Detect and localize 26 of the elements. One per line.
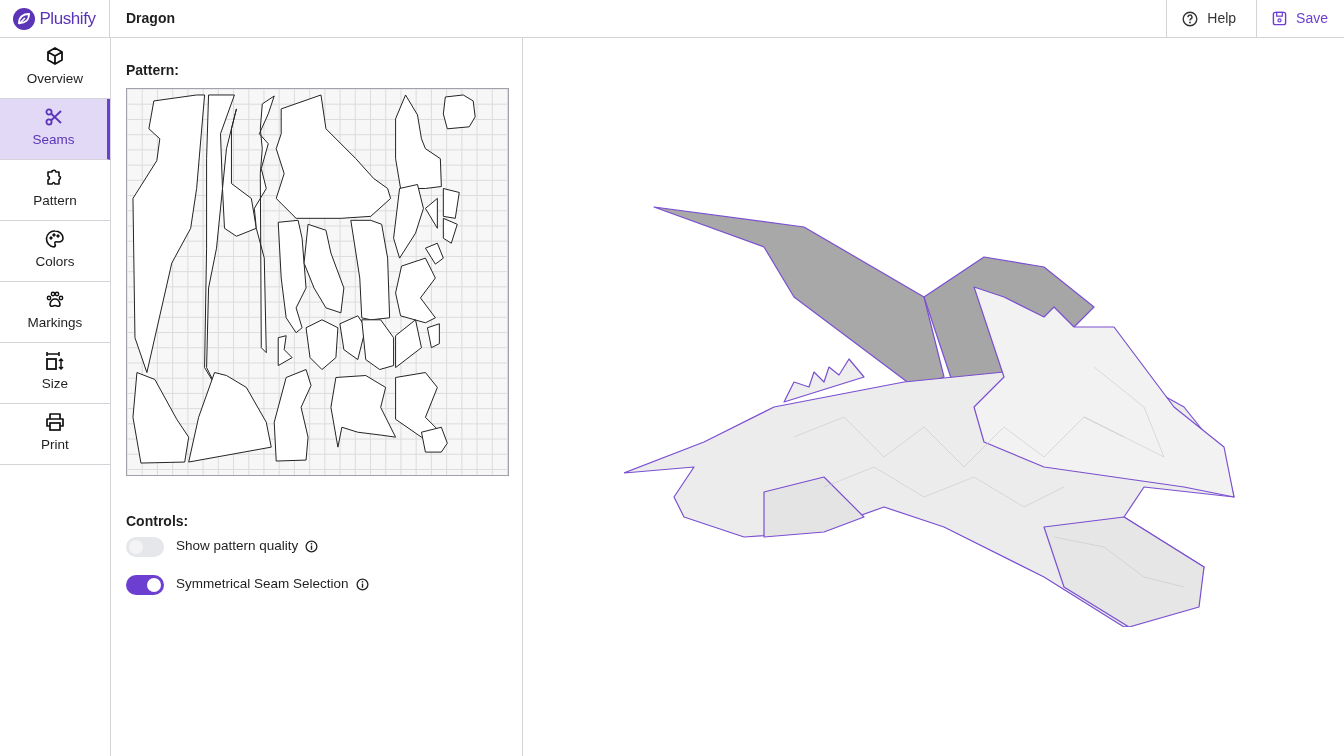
resize-icon bbox=[45, 351, 65, 372]
printer-icon bbox=[45, 412, 65, 433]
cube-icon bbox=[45, 46, 65, 67]
help-button[interactable]: Help bbox=[1166, 0, 1257, 37]
sidebar-item[interactable]: Colors bbox=[0, 221, 110, 282]
help-icon bbox=[1182, 10, 1199, 27]
document-title: Dragon bbox=[126, 9, 175, 28]
scissors-icon bbox=[43, 107, 64, 128]
controls-heading: Controls: bbox=[126, 512, 190, 531]
toggle-label: Symmetrical Seam Selection bbox=[176, 575, 349, 594]
toggle-switch[interactable] bbox=[126, 536, 164, 557]
app-name: Plushify bbox=[39, 7, 96, 30]
sidebar-item[interactable]: Markings bbox=[0, 282, 110, 343]
sidebar-item[interactable]: Pattern bbox=[0, 160, 110, 221]
sidebar-item[interactable]: Seams bbox=[0, 99, 110, 160]
toggle-label: Show pattern quality bbox=[176, 537, 299, 556]
palette-icon bbox=[45, 229, 65, 250]
save-icon bbox=[1272, 11, 1288, 26]
info-icon[interactable] bbox=[355, 578, 369, 591]
save-button[interactable]: Save bbox=[1256, 0, 1344, 37]
toggle-switch[interactable] bbox=[126, 574, 164, 595]
info-icon[interactable] bbox=[305, 540, 319, 553]
sidebar-item[interactable]: Size bbox=[0, 343, 110, 404]
sidebar-item[interactable]: Print bbox=[0, 404, 110, 465]
pattern-heading: Pattern: bbox=[126, 61, 180, 80]
leaf-logo-icon bbox=[13, 7, 36, 30]
